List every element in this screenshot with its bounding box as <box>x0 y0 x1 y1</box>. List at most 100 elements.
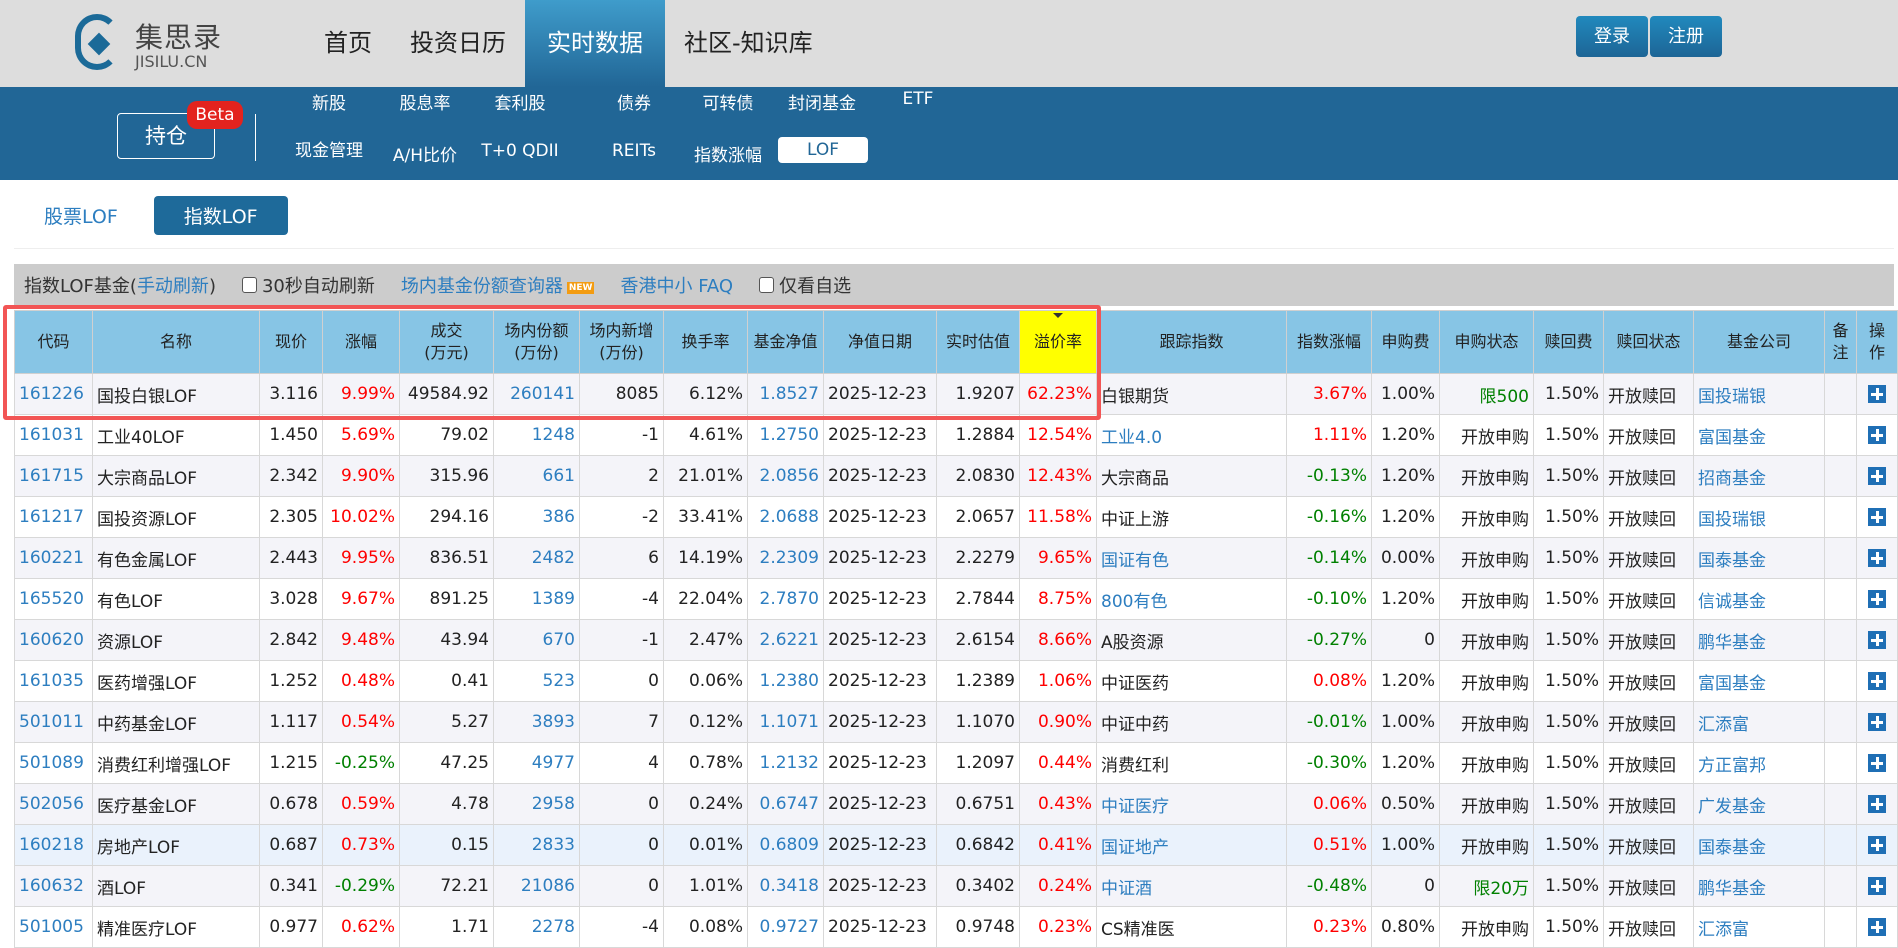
cell-fund-company[interactable]: 国泰基金 <box>1693 824 1825 866</box>
cell-nav[interactable]: 0.9727 <box>747 906 824 948</box>
table-row[interactable]: 161715 大宗商品LOF 2.342 9.90% 315.96 661 2 21.01% 2… <box>14 455 1898 497</box>
site-logo[interactable]: 集思录 JISILU.CN <box>75 14 245 74</box>
column-header[interactable]: 实时估值 <box>936 310 1020 374</box>
cell-shares[interactable]: 661 <box>493 455 580 497</box>
nav-home[interactable]: 首页 <box>305 0 391 87</box>
cell-shares[interactable]: 2482 <box>493 537 580 579</box>
column-header[interactable]: 现价 <box>259 310 323 374</box>
cell-nav[interactable]: 2.6221 <box>747 619 824 661</box>
table-row[interactable]: 161035 医药增强LOF 1.252 0.48% 0.41 523 0 0.06% 1.23… <box>14 660 1898 702</box>
cell-fund-company[interactable]: 鹏华基金 <box>1693 865 1825 907</box>
cell-fund-company[interactable]: 汇添富 <box>1693 701 1825 743</box>
auto-refresh-checkbox[interactable]: 30秒自动刷新 <box>241 272 375 298</box>
add-favorite-plus-icon[interactable] <box>1868 877 1886 895</box>
add-favorite-plus-icon[interactable] <box>1868 672 1886 690</box>
cell-fund-company[interactable]: 汇添富 <box>1693 906 1825 948</box>
cell-code[interactable]: 501005 <box>14 906 93 948</box>
share-query-link[interactable]: 场内基金份额查询器 NEW <box>401 272 595 298</box>
column-header[interactable]: 成交 (万元) <box>399 310 494 374</box>
subnav-reits[interactable]: REITs <box>584 141 684 161</box>
table-row[interactable]: 160221 有色金属LOF 2.443 9.95% 836.51 2482 6 14.19%… <box>14 537 1898 579</box>
cell-nav[interactable]: 1.8527 <box>747 373 824 415</box>
cell-fund-company[interactable]: 招商基金 <box>1693 455 1825 497</box>
cell-shares[interactable]: 1389 <box>493 578 580 620</box>
cell-nav[interactable]: 1.2132 <box>747 742 824 784</box>
cell-shares[interactable]: 1248 <box>493 414 580 456</box>
subnav-ah[interactable]: A/H比价 <box>375 141 475 166</box>
cell-fund-company[interactable]: 国投瑞银 <box>1693 373 1825 415</box>
table-row[interactable]: 165520 有色LOF 3.028 9.67% 891.25 1389 -4 22.04% 2… <box>14 578 1898 620</box>
add-favorite-plus-icon[interactable] <box>1868 836 1886 854</box>
column-header[interactable]: 备 注 <box>1824 310 1857 374</box>
cell-code[interactable]: 161217 <box>14 496 93 538</box>
cell-nav[interactable]: 2.0856 <box>747 455 824 497</box>
cell-code[interactable]: 161715 <box>14 455 93 497</box>
cell-code[interactable]: 502056 <box>14 783 93 825</box>
subnav-lof[interactable]: LOF <box>778 137 868 163</box>
cell-shares[interactable]: 670 <box>493 619 580 661</box>
cell-shares[interactable]: 2278 <box>493 906 580 948</box>
cell-code[interactable]: 501011 <box>14 701 93 743</box>
table-row[interactable]: 161031 工业40LOF 1.450 5.69% 79.02 1248 -1 4.61% 1… <box>14 414 1898 456</box>
cell-nav[interactable]: 0.6747 <box>747 783 824 825</box>
manual-refresh-link[interactable]: 手动刷新 <box>137 276 209 297</box>
cell-shares[interactable]: 260141 <box>493 373 580 415</box>
cell-code[interactable]: 161226 <box>14 373 93 415</box>
cell-shares[interactable]: 386 <box>493 496 580 538</box>
column-header[interactable]: 场内新增 (万份) <box>579 310 664 374</box>
column-header[interactable]: 操 作 <box>1856 310 1898 374</box>
cell-nav[interactable]: 1.2750 <box>747 414 824 456</box>
column-header[interactable]: 名称 <box>92 310 260 374</box>
cell-code[interactable]: 160620 <box>14 619 93 661</box>
subnav-qdii[interactable]: T+0 QDII <box>470 141 570 161</box>
subnav-arbitrage[interactable]: 套利股 <box>470 89 570 114</box>
cell-fund-company[interactable]: 信诚基金 <box>1693 578 1825 620</box>
cell-shares[interactable]: 3893 <box>493 701 580 743</box>
subnav-index-change[interactable]: 指数涨幅 <box>678 141 778 166</box>
subnav-ipo[interactable]: 新股 <box>279 89 379 114</box>
tab-index-lof[interactable]: 指数LOF <box>153 196 288 235</box>
nav-community[interactable]: 社区-知识库 <box>665 0 832 87</box>
column-header[interactable]: 申购状态 <box>1439 310 1534 374</box>
cell-code[interactable]: 160632 <box>14 865 93 907</box>
column-header[interactable]: 溢价率 <box>1019 310 1097 374</box>
cell-fund-company[interactable]: 富国基金 <box>1693 414 1825 456</box>
cell-tracking-index[interactable]: 工业4.0 <box>1096 414 1287 456</box>
login-button[interactable]: 登录 <box>1576 16 1648 57</box>
cell-nav[interactable]: 2.0688 <box>747 496 824 538</box>
cell-fund-company[interactable]: 方正富邦 <box>1693 742 1825 784</box>
add-favorite-plus-icon[interactable] <box>1868 631 1886 649</box>
table-row[interactable]: 161217 国投资源LOF 2.305 10.02% 294.16 386 -2 33.41… <box>14 496 1898 538</box>
add-favorite-plus-icon[interactable] <box>1868 467 1886 485</box>
subnav-etf[interactable]: ETF <box>868 89 968 109</box>
subnav-cash[interactable]: 现金管理 <box>279 141 379 161</box>
cell-code[interactable]: 501089 <box>14 742 93 784</box>
add-favorite-plus-icon[interactable] <box>1868 754 1886 772</box>
cell-code[interactable]: 161035 <box>14 660 93 702</box>
add-favorite-plus-icon[interactable] <box>1868 426 1886 444</box>
column-header[interactable]: 涨幅 <box>322 310 400 374</box>
table-row[interactable]: 501005 精准医疗LOF 0.977 0.62% 1.71 2278 -4 0.08% 0.… <box>14 906 1898 948</box>
column-header[interactable]: 赎回状态 <box>1603 310 1694 374</box>
column-header[interactable]: 换手率 <box>663 310 748 374</box>
column-header[interactable]: 代码 <box>14 310 93 374</box>
add-favorite-plus-icon[interactable] <box>1868 385 1886 403</box>
table-row[interactable]: 160632 酒LOF 0.341 -0.29% 72.21 21086 0 1.01% 0.3… <box>14 865 1898 907</box>
column-header[interactable]: 基金净值 <box>747 310 824 374</box>
cell-code[interactable]: 161031 <box>14 414 93 456</box>
cell-nav[interactable]: 1.2380 <box>747 660 824 702</box>
table-row[interactable]: 501011 中药基金LOF 1.117 0.54% 5.27 3893 7 0.12% 1.1… <box>14 701 1898 743</box>
cell-shares[interactable]: 4977 <box>493 742 580 784</box>
table-row[interactable]: 501089 消费红利增强LOF 1.215 -0.25% 47.25 4977 4 0.78… <box>14 742 1898 784</box>
add-favorite-plus-icon[interactable] <box>1868 508 1886 526</box>
cell-fund-company[interactable]: 鹏华基金 <box>1693 619 1825 661</box>
nav-realtime-data[interactable]: 实时数据 <box>525 0 665 87</box>
column-header[interactable]: 申购费 <box>1371 310 1440 374</box>
cell-fund-company[interactable]: 富国基金 <box>1693 660 1825 702</box>
subnav-closed-fund[interactable]: 封闭基金 <box>772 89 872 114</box>
favorites-only-checkbox[interactable]: 仅看自选 <box>759 272 851 298</box>
cell-shares[interactable]: 2833 <box>493 824 580 866</box>
column-header[interactable]: 场内份额 (万份) <box>493 310 580 374</box>
cell-code[interactable]: 165520 <box>14 578 93 620</box>
cell-tracking-index[interactable]: 中证医疗 <box>1096 783 1287 825</box>
